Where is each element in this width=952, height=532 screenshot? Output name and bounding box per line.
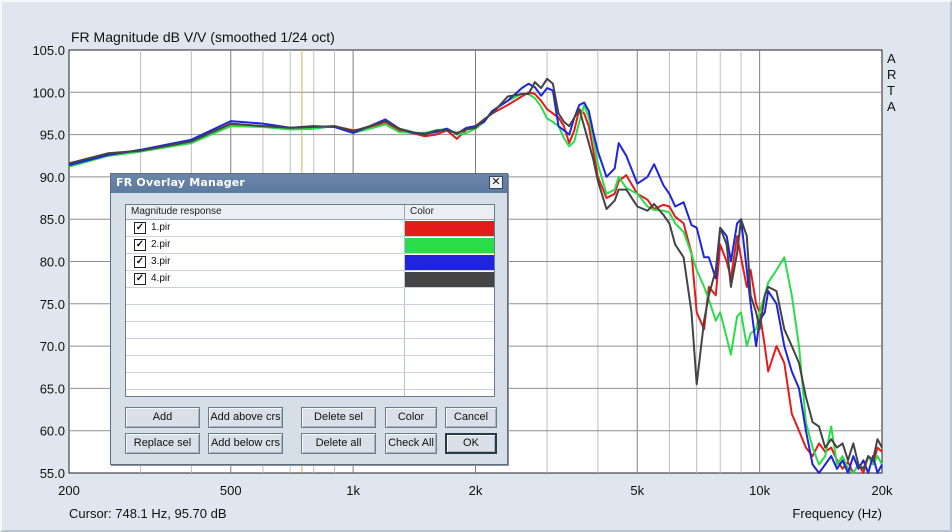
overlay-file-name: 2.pir: [151, 239, 171, 250]
y-tick-label: 65.0: [40, 381, 65, 396]
list-item[interactable]: [126, 390, 494, 396]
y-tick-label: 85.0: [40, 212, 65, 227]
add-below-cursor-button[interactable]: Add below crs: [208, 433, 283, 454]
list-item[interactable]: [126, 288, 494, 305]
list-item[interactable]: [126, 339, 494, 356]
list-item[interactable]: ✓ 2.pir: [126, 237, 494, 254]
y-tick-label: 90.0: [40, 170, 65, 185]
column-divider: [404, 205, 405, 219]
x-axis-label: Frequency (Hz): [792, 506, 882, 521]
y-tick-label: 100.0: [32, 85, 65, 100]
color-button[interactable]: Color: [385, 407, 437, 428]
list-item[interactable]: ✓ 4.pir: [126, 271, 494, 288]
visibility-checkbox[interactable]: ✓: [134, 256, 146, 268]
arta-letter: A: [887, 99, 896, 114]
overlay-file-name: 4.pir: [151, 273, 171, 284]
delete-all-button[interactable]: Delete all: [301, 433, 376, 454]
dialog-title: FR Overlay Manager: [116, 176, 246, 189]
add-above-cursor-button[interactable]: Add above crs: [208, 407, 283, 428]
chart-title: FR Magnitude dB V/V (smoothed 1/24 oct): [71, 29, 335, 45]
x-tick-label: 500: [220, 483, 242, 498]
visibility-checkbox[interactable]: ✓: [134, 273, 146, 285]
x-axis-ticks: 200 500 1k 2k 5k 10k 20k: [58, 483, 893, 498]
dialog-titlebar[interactable]: FR Overlay Manager ✕: [111, 174, 507, 193]
fr-overlay-manager-dialog[interactable]: FR Overlay Manager ✕ Magnitude response …: [110, 173, 508, 465]
list-item[interactable]: [126, 356, 494, 373]
ok-button[interactable]: OK: [445, 433, 497, 454]
delete-selected-button[interactable]: Delete sel: [301, 407, 376, 428]
list-item[interactable]: ✓ 3.pir: [126, 254, 494, 271]
list-item[interactable]: [126, 322, 494, 339]
y-tick-label: 60.0: [40, 424, 65, 439]
arta-letter: A: [887, 51, 896, 66]
list-header: Magnitude response Color: [126, 205, 494, 220]
cancel-button[interactable]: Cancel: [445, 407, 497, 428]
color-swatch[interactable]: [405, 238, 494, 253]
cursor-readout: Cursor: 748.1 Hz, 95.70 dB: [69, 506, 227, 521]
x-tick-label: 20k: [872, 483, 893, 498]
column-header-color[interactable]: Color: [410, 206, 434, 217]
overlay-list[interactable]: Magnitude response Color ✓ 1.pir ✓ 2.pir ✓ 3.…: [125, 204, 495, 397]
visibility-checkbox[interactable]: ✓: [134, 239, 146, 251]
y-axis-ticks: 105.0 100.0 95.0 90.0 85.0 80.0 75.0 70.0 65.0 60…: [32, 43, 65, 481]
list-item[interactable]: ✓ 1.pir: [126, 220, 494, 237]
list-item[interactable]: [126, 305, 494, 322]
x-tick-label: 1k: [346, 483, 360, 498]
y-tick-label: 70.0: [40, 339, 65, 354]
overlay-file-name: 1.pir: [151, 222, 171, 233]
y-tick-label: 95.0: [40, 128, 65, 143]
list-item[interactable]: [126, 373, 494, 390]
y-tick-label: 105.0: [32, 43, 65, 58]
y-tick-label: 80.0: [40, 255, 65, 270]
y-tick-label: 75.0: [40, 297, 65, 312]
add-button[interactable]: Add: [125, 407, 200, 428]
x-tick-label: 5k: [630, 483, 644, 498]
check-all-button[interactable]: Check All: [385, 433, 437, 454]
color-swatch[interactable]: [405, 221, 494, 236]
arta-letter: T: [887, 83, 895, 98]
x-tick-label: 200: [58, 483, 80, 498]
color-swatch[interactable]: [405, 255, 494, 270]
visibility-checkbox[interactable]: ✓: [134, 222, 146, 234]
replace-selected-button[interactable]: Replace sel: [125, 433, 200, 454]
color-swatch[interactable]: [405, 272, 494, 287]
arta-side-label: ARTA: [887, 51, 896, 114]
column-header-magnitude[interactable]: Magnitude response: [131, 206, 222, 217]
y-tick-label: 55.0: [40, 466, 65, 481]
arta-letter: R: [887, 67, 896, 82]
close-button[interactable]: ✕: [489, 176, 503, 189]
x-tick-label: 10k: [749, 483, 770, 498]
overlay-file-name: 3.pir: [151, 256, 171, 267]
x-tick-label: 2k: [469, 483, 483, 498]
